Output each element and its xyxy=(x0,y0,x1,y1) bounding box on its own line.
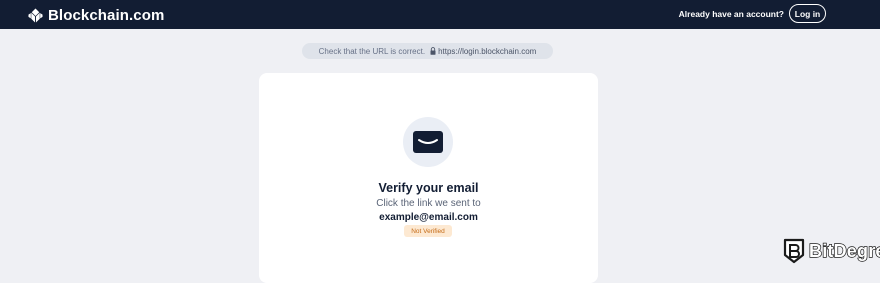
bitdegree-logo-icon xyxy=(783,238,805,264)
envelope-badge xyxy=(403,117,453,167)
email-address: example@email.com xyxy=(379,212,478,223)
page-title: Verify your email xyxy=(378,181,479,195)
lock-icon xyxy=(430,47,436,55)
account-prompt: Already have an account? xyxy=(678,9,784,19)
status-badge: Not Verified xyxy=(404,225,452,237)
url-domain: https://login.blockchain.com xyxy=(438,46,537,56)
url-check-notice: Check that the URL is correct. https://l… xyxy=(302,43,553,59)
brand-logo[interactable]: Blockchain.com xyxy=(28,5,164,25)
bitdegree-watermark: BitDegree xyxy=(783,238,880,264)
verify-subtitle: Click the link we sent to xyxy=(376,198,481,209)
blockchain-logo-icon xyxy=(28,7,43,23)
brand-name: Blockchain.com xyxy=(48,6,165,24)
top-navigation-bar: Blockchain.com Already have an account? … xyxy=(0,0,880,29)
url-check-message: Check that the URL is correct. xyxy=(318,46,426,56)
login-button[interactable]: Log in xyxy=(789,4,826,23)
envelope-icon xyxy=(413,131,443,153)
watermark-text: BitDegree xyxy=(808,240,880,261)
verify-email-card: Verify your email Click the link we sent… xyxy=(259,73,598,283)
